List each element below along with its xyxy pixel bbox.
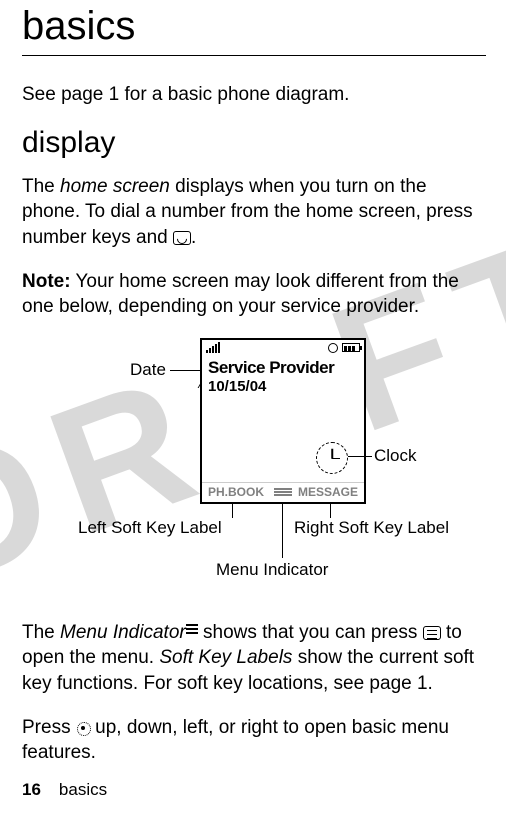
- menu-indicator-paragraph: The Menu Indicator shows that you can pr…: [22, 620, 486, 697]
- analog-clock-icon: [316, 442, 348, 474]
- callout-right-soft-key: Right Soft Key Label: [294, 518, 449, 538]
- left-soft-key-label: PH.BOOK: [208, 485, 274, 499]
- home-screen-diagram: Date Service Provider 10/15/04 PH.BOOK: [22, 338, 486, 598]
- page-title: basics: [22, 0, 486, 49]
- section-heading: display: [22, 126, 486, 160]
- service-provider-text: Service Provider: [202, 356, 364, 378]
- status-bar: [202, 340, 364, 356]
- callout-line: [232, 504, 233, 518]
- status-right-group: [328, 343, 360, 353]
- call-key-icon: [173, 231, 191, 245]
- footer-section-name: basics: [59, 780, 107, 799]
- menu-key-icon: [423, 626, 441, 640]
- phone-screen: Service Provider 10/15/04 PH.BOOK MESSAG…: [200, 338, 366, 504]
- menu-glyph-icon: [186, 624, 198, 636]
- battery-icon: [342, 343, 360, 352]
- nav-paragraph: Press up, down, left, or right to open b…: [22, 715, 486, 766]
- home-screen-term: home screen: [60, 176, 170, 197]
- right-soft-key-label: MESSAGE: [292, 485, 358, 499]
- note-text: Your home screen may look different from…: [22, 271, 459, 318]
- callout-menu-indicator: Menu Indicator: [216, 560, 328, 580]
- callout-line: [330, 504, 331, 518]
- text-fragment: Press: [22, 717, 76, 738]
- signal-icon: [206, 342, 220, 353]
- text-fragment: The: [22, 176, 60, 197]
- note-paragraph: Note: Your home screen may look differen…: [22, 269, 486, 320]
- page-content: basics See page 1 for a basic phone diag…: [0, 0, 506, 766]
- ringer-icon: [328, 343, 338, 353]
- text-fragment: shows that you can press: [198, 622, 423, 643]
- home-screen-paragraph: The home screen displays when you turn o…: [22, 174, 486, 251]
- note-label: Note:: [22, 271, 71, 292]
- soft-key-bar: PH.BOOK MESSAGE: [202, 482, 364, 502]
- callout-left-soft-key: Left Soft Key Label: [78, 518, 222, 538]
- page-number: 16: [22, 780, 41, 799]
- callout-clock: Clock: [374, 446, 417, 466]
- intro-text: See page 1 for a basic phone diagram.: [22, 82, 486, 108]
- soft-key-labels-term: Soft Key Labels: [159, 647, 292, 668]
- callout-date: Date: [130, 360, 166, 380]
- page-footer: 16 basics: [22, 780, 107, 800]
- nav-key-icon: [76, 721, 90, 735]
- title-rule: [22, 55, 486, 56]
- text-fragment: .: [191, 227, 196, 248]
- menu-indicator-icon: [274, 487, 292, 497]
- date-text: 10/15/04: [202, 378, 364, 395]
- callout-line: [348, 456, 372, 457]
- callout-line: [282, 504, 283, 558]
- text-fragment: The: [22, 622, 60, 643]
- menu-indicator-term: Menu Indicator: [60, 622, 186, 643]
